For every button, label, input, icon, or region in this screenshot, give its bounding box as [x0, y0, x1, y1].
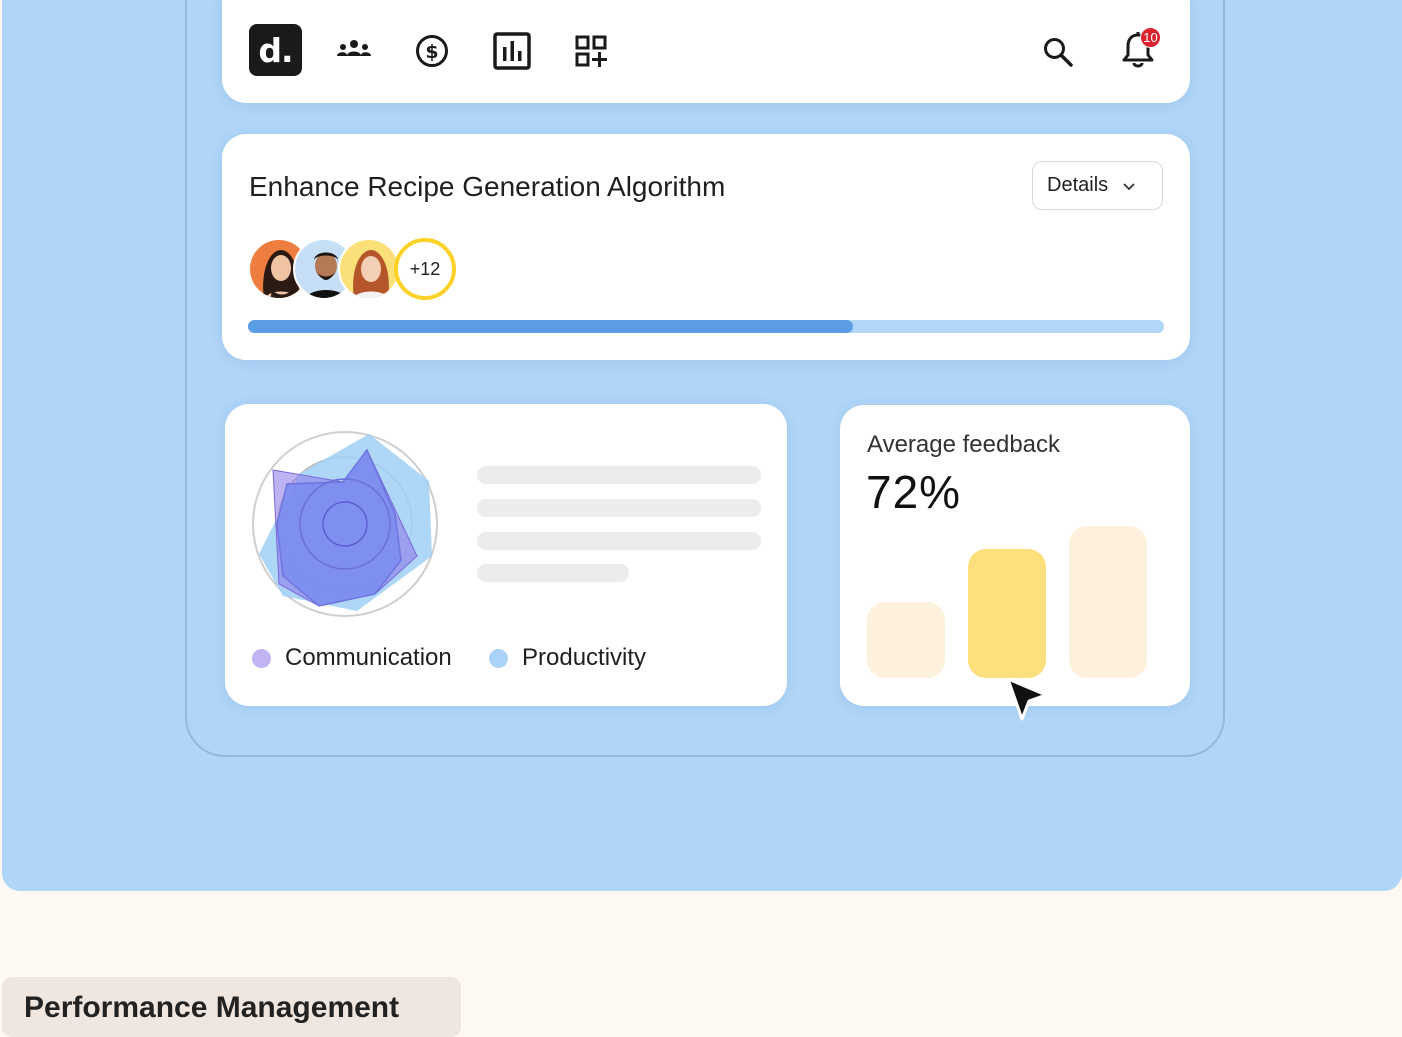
radar-chart: [252, 431, 438, 617]
progress-bar: [248, 320, 1164, 333]
top-nav-bar: d. $ 10: [222, 0, 1190, 103]
dollar-icon[interactable]: $: [412, 31, 452, 71]
section-tab-label: Performance Management: [24, 991, 400, 1024]
svg-text:$: $: [425, 41, 438, 63]
legend-dot: [489, 648, 508, 668]
details-label: Details: [1047, 174, 1109, 196]
legend-item-productivity: Productivity: [489, 644, 646, 672]
legend-label: Productivity: [522, 644, 647, 671]
avatar[interactable]: [338, 238, 400, 300]
team-icon[interactable]: [332, 30, 376, 70]
search-icon[interactable]: [1040, 34, 1076, 70]
more-members-badge[interactable]: +12: [394, 238, 456, 300]
progress-fill: [248, 320, 853, 333]
project-card: Enhance Recipe Generation Algorithm Deta…: [222, 134, 1190, 360]
add-widget-icon[interactable]: [572, 32, 610, 70]
feedback-card: Average feedback 72%: [840, 405, 1190, 721]
feedback-bar[interactable]: [968, 548, 1046, 678]
placeholder-line: [477, 564, 629, 582]
placeholder-line: [477, 466, 761, 484]
app-logo[interactable]: d.: [249, 24, 302, 76]
cursor-arrow-icon: [1006, 677, 1048, 721]
feedback-value: 72%: [866, 466, 962, 518]
project-title: Enhance Recipe Generation Algorithm: [249, 171, 726, 202]
feedback-bar[interactable]: [867, 602, 945, 678]
legend-item-communication: Communication: [252, 644, 452, 672]
legend-dot: [252, 648, 271, 668]
chevron-down-icon: [1123, 182, 1135, 190]
feedback-label: Average feedback: [867, 431, 1061, 458]
notification-badge: 10: [1140, 27, 1161, 48]
details-dropdown[interactable]: Details: [1032, 161, 1163, 210]
section-tab[interactable]: Performance Management: [2, 977, 461, 1037]
placeholder-line: [477, 532, 761, 550]
feedback-bar[interactable]: [1069, 526, 1147, 678]
chart-icon[interactable]: [490, 30, 534, 72]
placeholder-line: [477, 499, 761, 517]
skills-radar-card: Communication Productivity: [225, 404, 787, 706]
legend-label: Communication: [285, 644, 452, 671]
